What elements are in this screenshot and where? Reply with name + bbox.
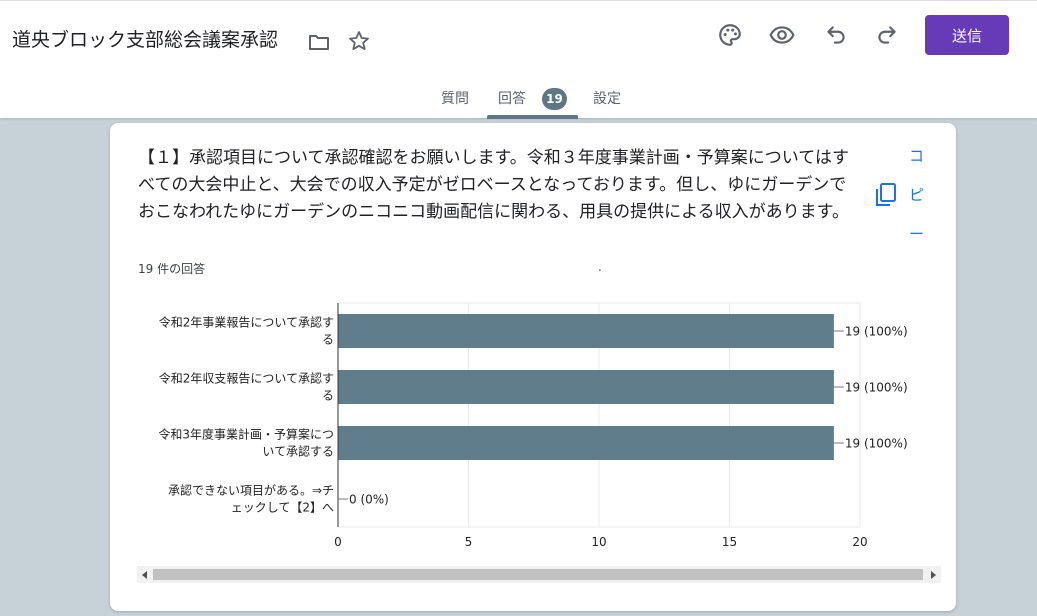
- copy-button-label[interactable]: ピ: [909, 185, 924, 205]
- active-tab-indicator: [487, 115, 578, 119]
- scroll-right-arrow-icon[interactable]: [925, 566, 941, 583]
- scrollbar-thumb[interactable]: [153, 569, 923, 580]
- tab-settings[interactable]: 設定: [593, 89, 621, 109]
- form-header: 道央ブロック支部総会議案承認 送信 質問 回答 19 設定: [0, 0, 1037, 119]
- redo-icon[interactable]: [873, 21, 901, 49]
- response-count: 19 件の回答: [138, 262, 206, 276]
- send-button[interactable]: 送信: [925, 15, 1009, 55]
- palette-icon[interactable]: [716, 21, 744, 49]
- undo-icon[interactable]: [822, 21, 850, 49]
- responses-count-badge: 19: [542, 88, 567, 110]
- folder-icon[interactable]: [306, 29, 332, 55]
- dot-mark: .: [598, 260, 602, 274]
- star-icon[interactable]: [346, 28, 372, 54]
- tab-responses[interactable]: 回答: [498, 89, 526, 109]
- question-title: 【１】承認項目について承認確認をお願いします。令和３年度事業計画・予算案について…: [138, 148, 849, 222]
- copy-button-label[interactable]: コ: [909, 146, 924, 166]
- form-title[interactable]: 道央ブロック支部総会議案承認: [12, 27, 278, 53]
- horizontal-scrollbar[interactable]: [137, 566, 941, 583]
- scroll-left-arrow-icon[interactable]: [137, 566, 153, 583]
- tab-questions[interactable]: 質問: [441, 89, 469, 109]
- copy-icon[interactable]: [874, 182, 898, 208]
- copy-button-label[interactable]: ー: [909, 224, 924, 244]
- eye-icon[interactable]: [768, 21, 796, 49]
